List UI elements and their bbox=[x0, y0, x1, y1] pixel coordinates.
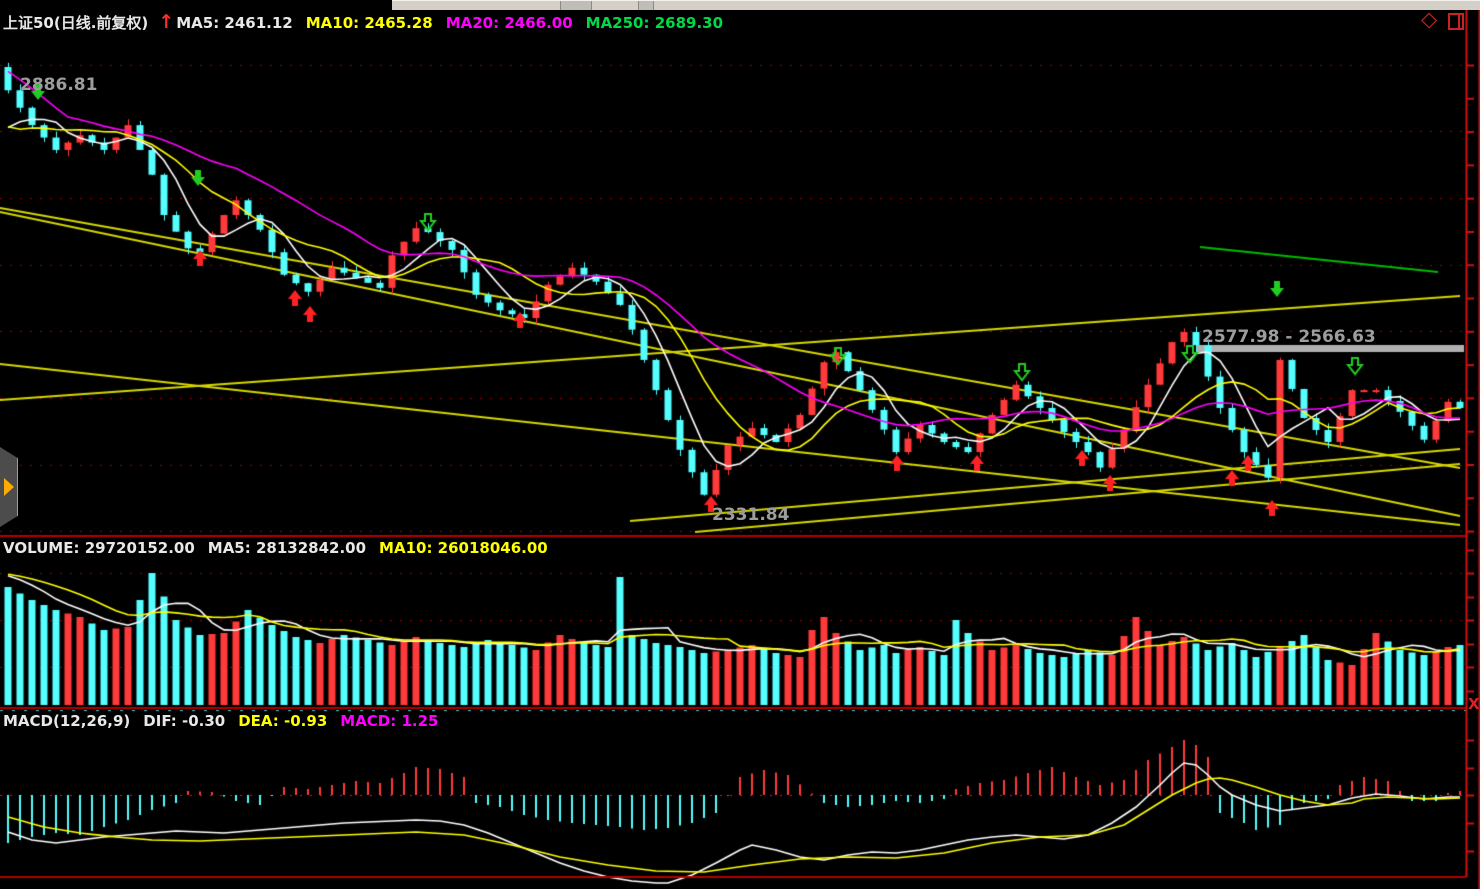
sidebar-expander-handle[interactable] bbox=[0, 447, 18, 527]
trading-app-window: 上证50(日线.前复权) ↑ MA5: 2461.12 MA10: 2465.2… bbox=[0, 0, 1480, 889]
gap-price-label: 2577.98 - 2566.63 bbox=[1202, 327, 1376, 347]
top-strip-separator bbox=[560, 1, 592, 10]
low-price-label: 2331.84 bbox=[712, 505, 789, 525]
expander-arrow-icon bbox=[4, 478, 14, 496]
volume-header: VOLUME: 29720152.00 MA5: 28132842.00 MA1… bbox=[3, 539, 548, 557]
volume-ma10: MA10: 26018046.00 bbox=[379, 539, 548, 557]
window-top-strip bbox=[392, 0, 1480, 10]
macd-dif: DIF: -0.30 bbox=[143, 712, 225, 730]
ma20-legend: MA20: 2466.00 bbox=[446, 14, 573, 32]
macd-dea: DEA: -0.93 bbox=[238, 712, 327, 730]
top-strip-separator bbox=[638, 1, 654, 10]
volume-value: VOLUME: 29720152.00 bbox=[3, 539, 195, 557]
volume-ma5: MA5: 28132842.00 bbox=[208, 539, 366, 557]
ma250-legend: MA250: 2689.30 bbox=[586, 14, 723, 32]
macd-header: MACD(12,26,9) DIF: -0.30 DEA: -0.93 MACD… bbox=[3, 712, 439, 730]
kline-chart-canvas[interactable] bbox=[0, 0, 1480, 889]
split-window-icon-bar bbox=[1458, 15, 1460, 28]
split-window-icon[interactable] bbox=[1448, 13, 1464, 30]
close-indicator-icon[interactable]: X bbox=[1468, 697, 1480, 712]
chart-title: 上证50(日线.前复权) bbox=[3, 12, 148, 33]
high-price-label: 2886.81 bbox=[20, 75, 97, 95]
main-chart-header: 上证50(日线.前复权) ↑ MA5: 2461.12 MA10: 2465.2… bbox=[3, 12, 723, 33]
ma10-legend: MA10: 2465.28 bbox=[306, 14, 433, 32]
trend-up-icon: ↑ bbox=[158, 17, 174, 27]
diamond-tool-icon[interactable]: ◇ bbox=[1421, 9, 1437, 30]
ma5-legend: MA5: 2461.12 bbox=[176, 14, 293, 32]
macd-value: MACD: 1.25 bbox=[340, 712, 438, 730]
macd-params: MACD(12,26,9) bbox=[3, 712, 130, 730]
